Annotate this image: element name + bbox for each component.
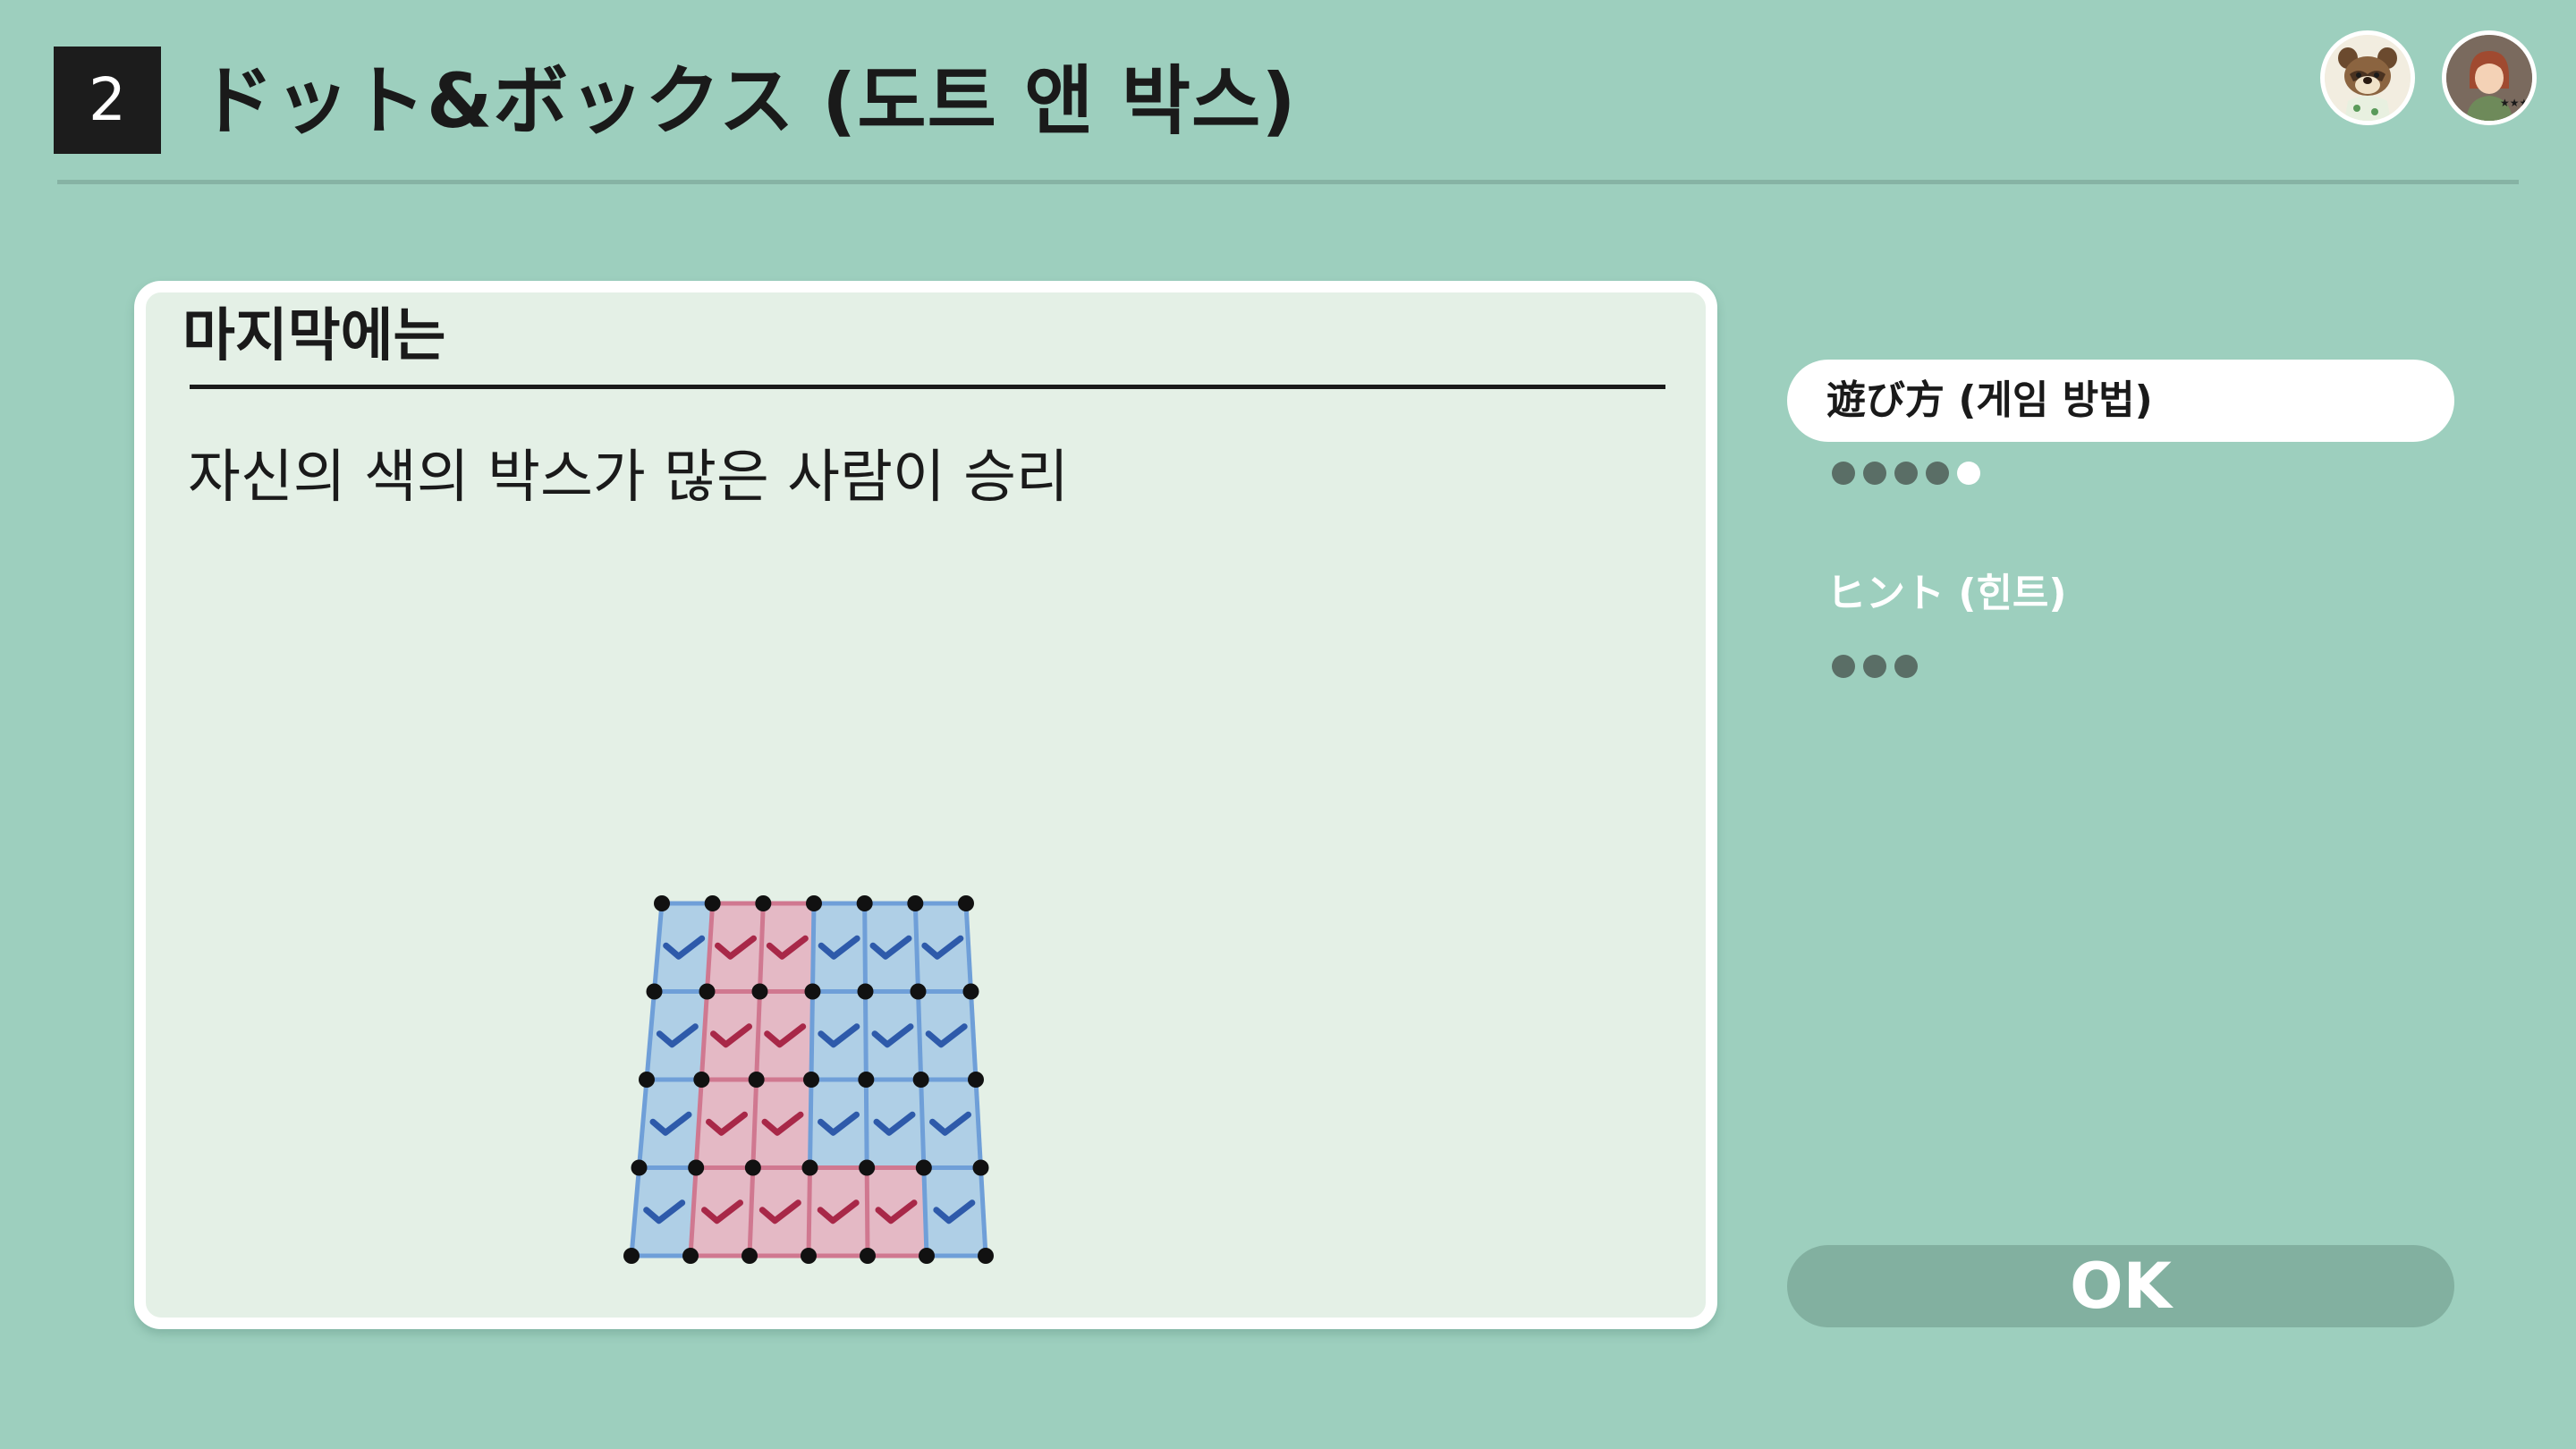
grid-line — [863, 991, 869, 1080]
blue-box — [654, 903, 713, 992]
grid-dot — [755, 895, 772, 911]
grid-dot — [907, 895, 924, 911]
grid-dot — [919, 1248, 935, 1264]
grid-dot — [857, 983, 874, 1000]
grid-line — [806, 1167, 812, 1257]
grid-dot — [744, 1159, 761, 1176]
grid-line — [862, 902, 868, 992]
grid-dot — [748, 1072, 765, 1088]
red-box — [809, 1167, 868, 1256]
how-to-play-page-dot — [1957, 462, 1980, 485]
grid-line — [864, 1167, 870, 1257]
how-to-play-page-dot — [1894, 462, 1918, 485]
blue-box — [631, 1167, 697, 1256]
grid-line — [916, 991, 924, 1080]
grid-line — [810, 902, 817, 992]
grid-dot — [856, 895, 873, 911]
section-how-to-play-label: 遊び方 (게임 방법) — [1826, 377, 2153, 423]
red-box — [691, 1167, 753, 1256]
grid-line — [808, 1079, 814, 1168]
header: 2 ドット&ボックス (도트 앤 박스) ★★★ — [0, 0, 2576, 188]
game-title: ドット&ボックス (도트 앤 박스) — [199, 57, 1297, 145]
grid-dot — [962, 983, 979, 1000]
grid-dot — [801, 1248, 817, 1264]
header-divider — [57, 180, 2519, 184]
how-to-play-page-dot — [1926, 462, 1949, 485]
card-heading: 마지막에는 — [182, 303, 446, 369]
card-description: 자신의 색의 박스가 많은 사람이 승리 — [188, 445, 1069, 511]
player-avatar-icon: ★★★ — [2442, 30, 2537, 125]
grid-dot — [682, 1248, 699, 1264]
grid-dot — [688, 1159, 705, 1176]
grid-dot — [806, 895, 822, 911]
red-box — [701, 991, 760, 1080]
grid-dot — [693, 1072, 710, 1088]
grid-dot — [751, 983, 768, 1000]
grid-line — [912, 902, 920, 992]
grid-dot — [741, 1248, 758, 1264]
red-box — [696, 1080, 757, 1168]
grid-dot — [972, 1159, 989, 1176]
grid-dot — [915, 1159, 932, 1176]
red-box — [752, 1080, 811, 1168]
grid-dot — [910, 983, 927, 1000]
hints-page-indicator — [1832, 653, 1926, 680]
grid-dot — [804, 983, 821, 1000]
grid-dot — [803, 1072, 819, 1088]
grid-dot — [801, 1159, 818, 1176]
grid-dot — [654, 895, 670, 911]
grid-dot — [859, 1159, 876, 1176]
grid-line — [919, 1079, 927, 1168]
hints-page-dot — [1894, 655, 1918, 678]
grid-dot — [912, 1072, 929, 1088]
grid-dot — [646, 983, 663, 1000]
section-hints-label: ヒント (힌트) — [1826, 571, 2067, 616]
grid-line — [809, 991, 815, 1080]
blue-box — [647, 991, 708, 1080]
red-box — [750, 1167, 810, 1256]
svg-text:★★★: ★★★ — [2500, 97, 2529, 109]
grid-dot — [858, 1072, 875, 1088]
tom-nook-avatar-icon — [2320, 30, 2415, 125]
grid-dot — [968, 1072, 984, 1088]
hints-page-dot — [1863, 655, 1886, 678]
blue-box — [639, 1080, 702, 1168]
blue-box — [923, 1167, 986, 1256]
hints-page-dot — [1832, 655, 1855, 678]
how-to-play-page-dot — [1863, 462, 1886, 485]
grid-dot — [699, 983, 716, 1000]
card-heading-divider — [190, 385, 1665, 389]
section-how-to-play[interactable]: 遊び方 (게임 방법) — [1787, 360, 2454, 442]
grid-dot — [860, 1248, 876, 1264]
how-to-play-page-indicator — [1832, 460, 1988, 487]
how-to-play-page-dot — [1832, 462, 1855, 485]
grid-dot — [639, 1072, 655, 1088]
dots-and-boxes-illustration — [623, 895, 994, 1264]
grid-dot — [958, 895, 974, 911]
grid-dot — [978, 1248, 994, 1264]
grid-line — [921, 1167, 929, 1257]
section-hints[interactable]: ヒント (힌트) — [1787, 553, 2454, 635]
step-number-badge: 2 — [54, 47, 161, 154]
ok-button[interactable]: OK — [1787, 1245, 2454, 1327]
grid-line — [863, 1079, 869, 1168]
grid-dot — [704, 895, 721, 911]
grid-dot — [631, 1159, 648, 1176]
grid-dot — [623, 1248, 640, 1264]
